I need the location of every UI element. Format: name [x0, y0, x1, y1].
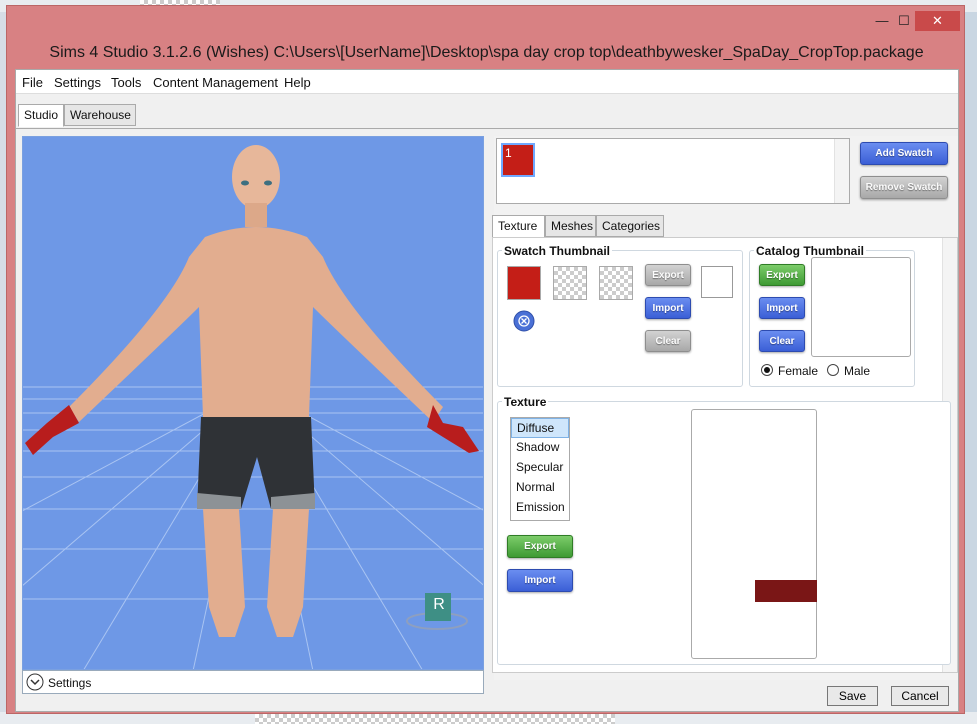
female-radio[interactable]	[761, 364, 773, 376]
menu-bar: File Settings Tools Content Management H…	[16, 70, 958, 94]
texture-preview-image	[755, 580, 817, 602]
swatch-color-thumbnail[interactable]	[507, 266, 541, 300]
preview-scene	[23, 145, 483, 669]
settings-label: Settings	[48, 676, 92, 690]
female-label: Female	[778, 364, 819, 378]
tab-texture[interactable]: Texture	[492, 215, 545, 238]
texture-type-normal[interactable]: Normal	[511, 478, 569, 498]
remove-color-icon[interactable]	[513, 310, 535, 332]
texture-type-emission[interactable]: Emission	[511, 498, 569, 518]
swatch-list[interactable]: 1	[496, 138, 850, 204]
client-area: File Settings Tools Content Management H…	[15, 69, 959, 712]
swatch-thumbnail-slot-2[interactable]	[553, 266, 587, 300]
texture-export-button[interactable]: Export	[507, 535, 573, 558]
tab-categories[interactable]: Categories	[596, 215, 664, 237]
swatch-clear-button[interactable]: Clear	[645, 330, 691, 352]
reset-camera-badge[interactable]: R	[432, 596, 446, 614]
close-button[interactable]: ✕	[915, 11, 960, 31]
preview-viewport[interactable]: R	[22, 136, 484, 670]
menu-tools[interactable]: Tools	[111, 75, 141, 90]
add-swatch-button[interactable]: Add Swatch	[860, 142, 948, 165]
catalog-thumbnail-preview[interactable]	[811, 257, 911, 357]
menu-file[interactable]: File	[22, 75, 43, 90]
catalog-clear-button[interactable]: Clear	[759, 330, 805, 352]
texture-import-button[interactable]: Import	[507, 569, 573, 592]
swatch-color-preview[interactable]	[701, 266, 733, 298]
male-label: Male	[844, 364, 871, 378]
catalog-thumbnail-title: Catalog Thumbnail	[754, 244, 866, 258]
desktop-thumbnail-bottom	[255, 714, 615, 724]
cancel-button[interactable]: Cancel	[891, 686, 949, 706]
tab-studio[interactable]: Studio	[18, 104, 64, 127]
texture-preview[interactable]	[691, 409, 817, 659]
swatch-item[interactable]: 1	[501, 143, 535, 177]
texture-type-specular[interactable]: Specular	[511, 458, 569, 478]
texture-type-shadow[interactable]: Shadow	[511, 438, 569, 458]
viewport-settings-bar[interactable]: Settings	[22, 670, 484, 694]
chevron-down-icon[interactable]	[26, 673, 44, 691]
save-button[interactable]: Save	[827, 686, 878, 706]
menu-help[interactable]: Help	[284, 75, 311, 90]
window-title: Sims 4 Studio 3.1.2.6 (Wishes) C:\Users\…	[49, 44, 924, 61]
catalog-import-button[interactable]: Import	[759, 297, 805, 319]
swatch-thumbnail-slot-3[interactable]	[599, 266, 633, 300]
tab-warehouse[interactable]: Warehouse	[64, 104, 136, 126]
app-window: — ☐ ✕ Sims 4 Studio 3.1.2.6 (Wishes) C:\…	[6, 5, 965, 714]
sim-figure	[25, 145, 479, 637]
swatch-export-button[interactable]: Export	[645, 264, 691, 286]
male-radio[interactable]	[827, 364, 839, 376]
tab-divider	[16, 128, 958, 129]
swatch-import-button[interactable]: Import	[645, 297, 691, 319]
menu-settings[interactable]: Settings	[54, 75, 101, 90]
swatch-scrollbar[interactable]	[834, 139, 849, 203]
remove-swatch-button[interactable]: Remove Swatch	[860, 176, 948, 199]
tab-meshes[interactable]: Meshes	[545, 215, 596, 237]
swatch-thumbnail-title: Swatch Thumbnail	[502, 244, 613, 258]
menu-content-management[interactable]: Content Management	[153, 75, 278, 90]
texture-type-diffuse[interactable]: Diffuse	[511, 418, 569, 438]
catalog-export-button[interactable]: Export	[759, 264, 805, 286]
texture-title: Texture	[502, 395, 549, 409]
swatch-item-label: 1	[505, 146, 512, 160]
texture-type-list[interactable]: Diffuse Shadow Specular Normal Emission	[510, 417, 570, 521]
